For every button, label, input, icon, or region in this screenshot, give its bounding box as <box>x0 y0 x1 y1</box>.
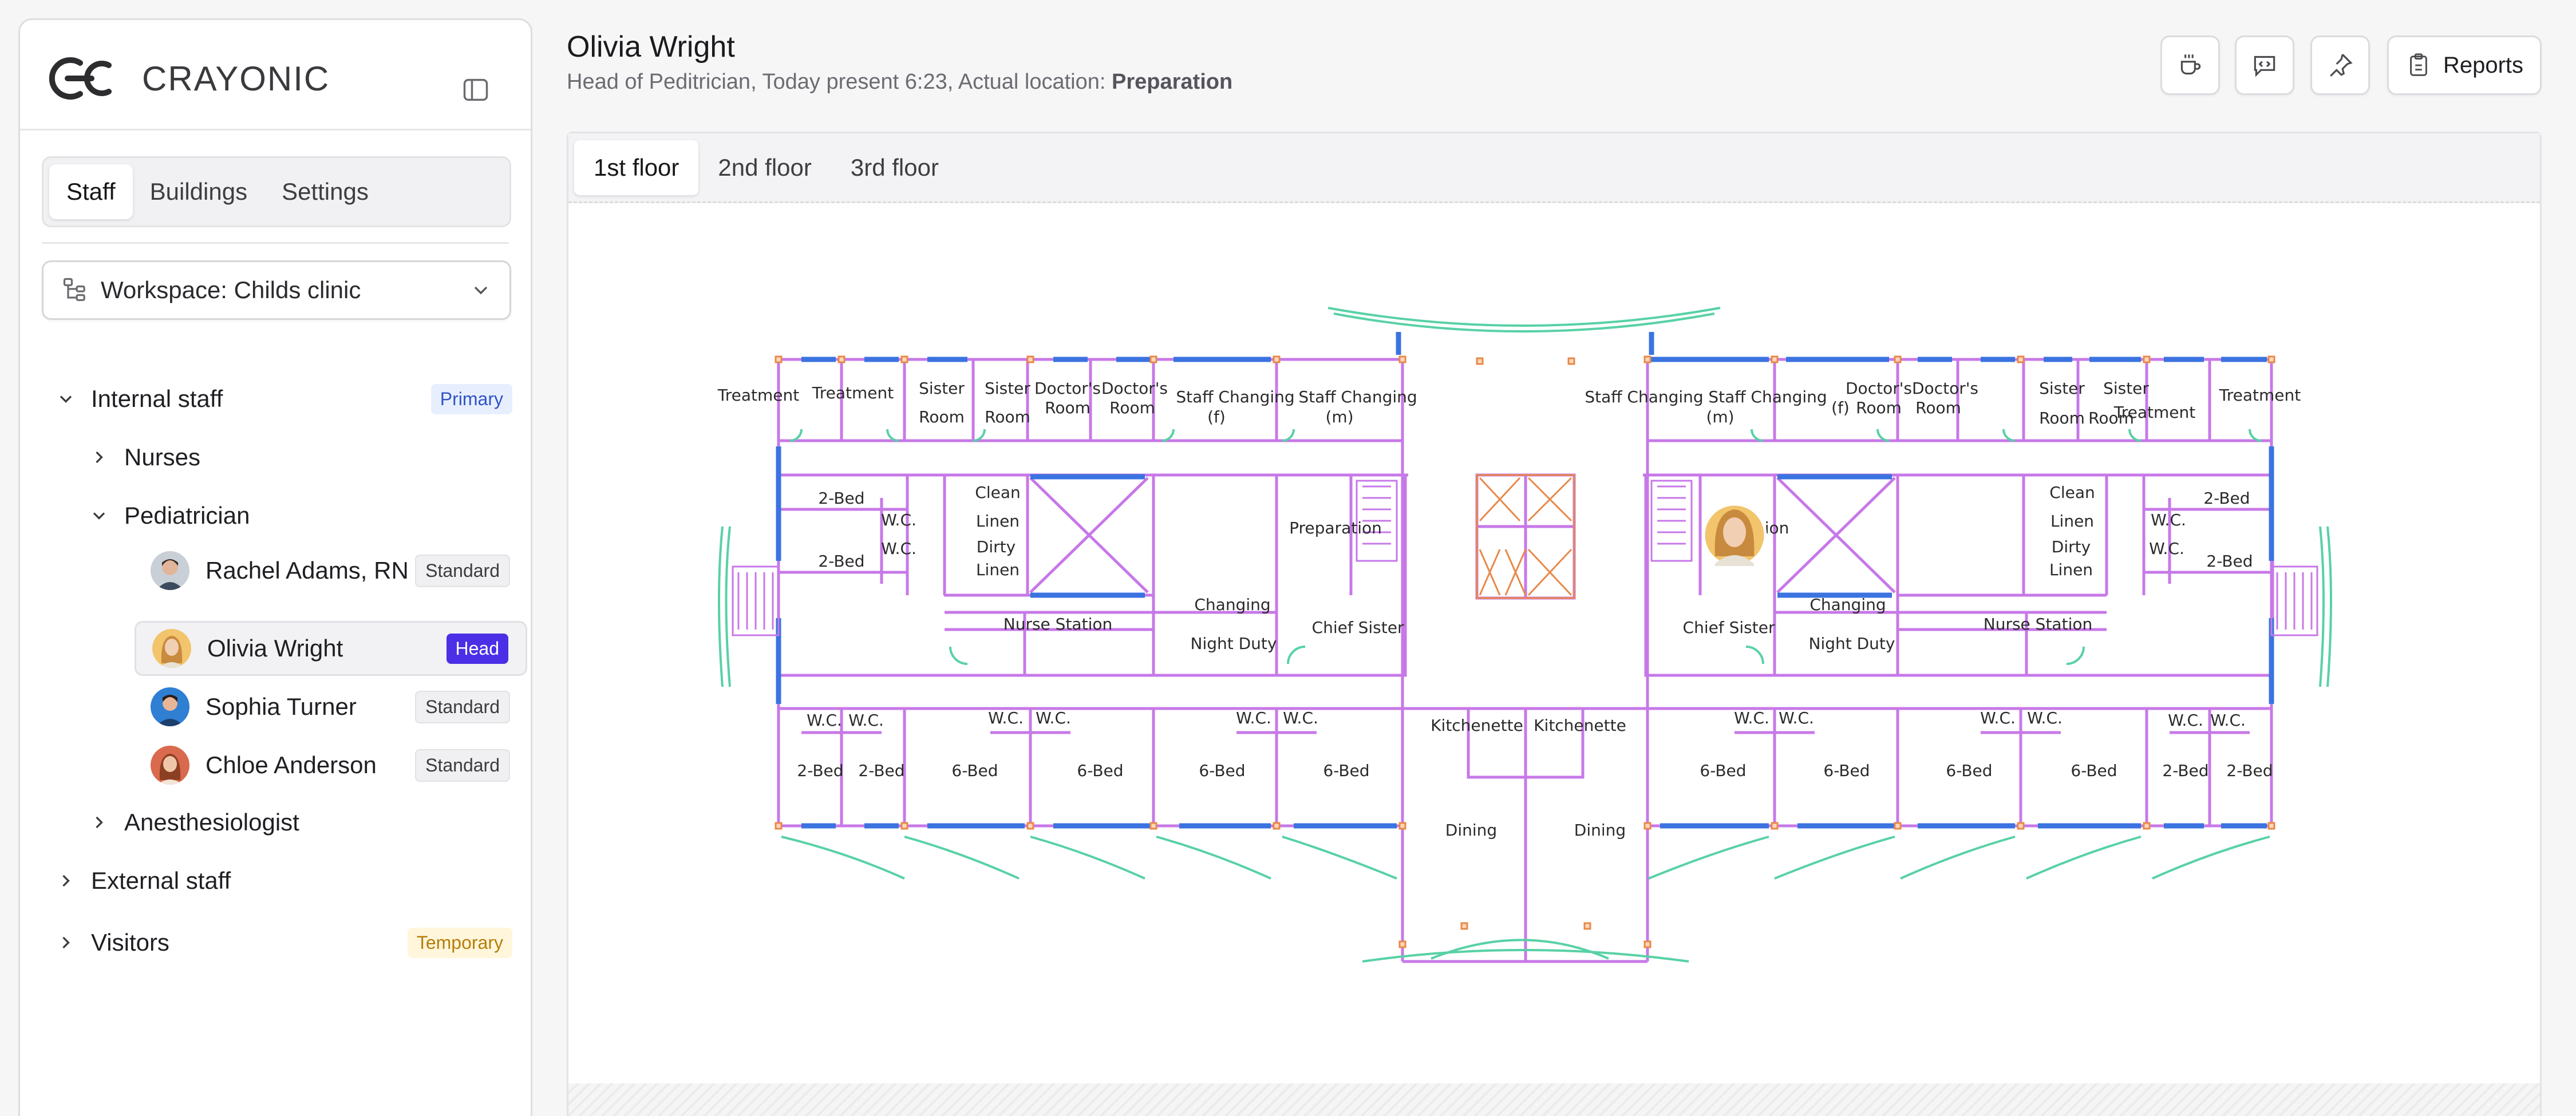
room-label: Night Duty <box>1191 634 1277 653</box>
room-label: (m) <box>1706 407 1734 426</box>
room-label: Room <box>919 407 965 426</box>
room-label: Treatment <box>812 383 894 402</box>
room-label: 6-Bed <box>1700 761 1746 780</box>
room-label: Room <box>1045 398 1091 417</box>
room-label: Night Duty <box>1809 634 1895 653</box>
room-label: Room <box>1856 398 1902 417</box>
room-label: W.C. <box>1734 709 1769 727</box>
room-label: Staff Changing <box>1176 387 1294 406</box>
room-label: 6-Bed <box>1946 761 1992 780</box>
room-label: 2-Bed <box>2203 489 2250 508</box>
room-label: Sister <box>2103 379 2149 398</box>
room-label: W.C. <box>2027 709 2063 727</box>
room-label: Room <box>2039 409 2085 428</box>
room-label: 6-Bed <box>1323 761 1369 780</box>
room-label: W.C. <box>1283 709 1318 727</box>
room-label: Treatment <box>2219 386 2301 405</box>
room-label: Doctor's <box>1034 379 1101 398</box>
room-label: Clean <box>2049 483 2095 502</box>
room-label: Room <box>985 407 1030 426</box>
room-labels-right: Staff Changing Staff Changing (m) (f) Do… <box>1585 379 2301 780</box>
room-label: Linen <box>2049 560 2093 579</box>
room-label: W.C. <box>1980 709 2016 727</box>
room-label: Linen <box>976 560 1020 579</box>
room-label: W.C. <box>881 539 916 558</box>
room-label: W.C. <box>988 709 1024 727</box>
room-label: Staff Changing <box>1298 387 1417 406</box>
room-label: W.C. <box>2151 510 2186 529</box>
staff-location-marker[interactable] <box>1702 502 1767 568</box>
room-label: W.C. <box>1236 709 1271 727</box>
room-label: Sister <box>985 379 1030 398</box>
room-label: (m) <box>1325 407 1353 426</box>
room-label: 2-Bed <box>797 761 843 780</box>
room-label: Room <box>1915 398 1961 417</box>
room-label: Nurse Station <box>1984 615 2092 634</box>
room-label: 2-Bed <box>2226 761 2273 780</box>
room-label: 2-Bed <box>2206 552 2253 571</box>
room-label: 6-Bed <box>1077 761 1123 780</box>
room-label: Sister <box>2039 379 2085 398</box>
room-label: W.C. <box>881 510 916 529</box>
room-label: Changing <box>1809 595 1886 614</box>
room-label: Sister <box>919 379 965 398</box>
room-label: Room <box>1109 398 1155 417</box>
room-label: 2-Bed <box>2162 761 2208 780</box>
room-label: Nurse Station <box>1003 615 1112 634</box>
room-label: Doctor's <box>1912 379 1978 398</box>
room-label: Dining <box>1574 821 1626 840</box>
room-label: W.C. <box>2210 711 2246 730</box>
room-label: Chief Sister <box>1312 618 1404 637</box>
room-label: W.C. <box>1779 709 1814 727</box>
room-label: Treatment <box>2113 403 2195 422</box>
room-label: Linen <box>2050 512 2094 531</box>
room-label: W.C. <box>2149 539 2184 558</box>
room-label: Dirty <box>2052 537 2091 556</box>
room-label: W.C. <box>807 711 842 730</box>
room-label: Clean <box>975 483 1020 502</box>
room-label: 6-Bed <box>1823 761 1870 780</box>
room-label: 2-Bed <box>818 552 864 571</box>
room-label: (f) <box>1831 398 1850 417</box>
room-label: Doctor's <box>1846 379 1912 398</box>
room-label: Dirty <box>977 537 1016 556</box>
room-label: Staff Changing <box>1585 387 1703 406</box>
room-label: Kitchenette <box>1431 716 1523 735</box>
room-label: Kitchenette <box>1534 716 1626 735</box>
floorplan-map[interactable]: Treatment Treatment Sister Room Sister R… <box>0 0 2576 1116</box>
room-labels-left: Treatment Treatment Sister Room Sister R… <box>717 379 1417 780</box>
room-label: Dining <box>1445 821 1497 840</box>
room-label: Linen <box>976 512 1020 531</box>
room-label: Staff Changing <box>1708 387 1827 406</box>
room-label: Treatment <box>717 386 799 405</box>
room-label: W.C. <box>1036 709 1071 727</box>
room-label: W.C. <box>2168 711 2203 730</box>
room-label: Chief Sister <box>1683 618 1775 637</box>
room-label: Preparation <box>1289 519 1382 537</box>
room-label: W.C. <box>848 711 884 730</box>
room-label: Doctor's <box>1101 379 1168 398</box>
room-label: 2-Bed <box>858 761 904 780</box>
room-label: (f) <box>1207 407 1226 426</box>
room-label: 2-Bed <box>818 489 864 508</box>
room-label: 6-Bed <box>2071 761 2117 780</box>
room-label: Changing <box>1194 595 1270 614</box>
room-label: 6-Bed <box>951 761 998 780</box>
room-label: 6-Bed <box>1199 761 1245 780</box>
